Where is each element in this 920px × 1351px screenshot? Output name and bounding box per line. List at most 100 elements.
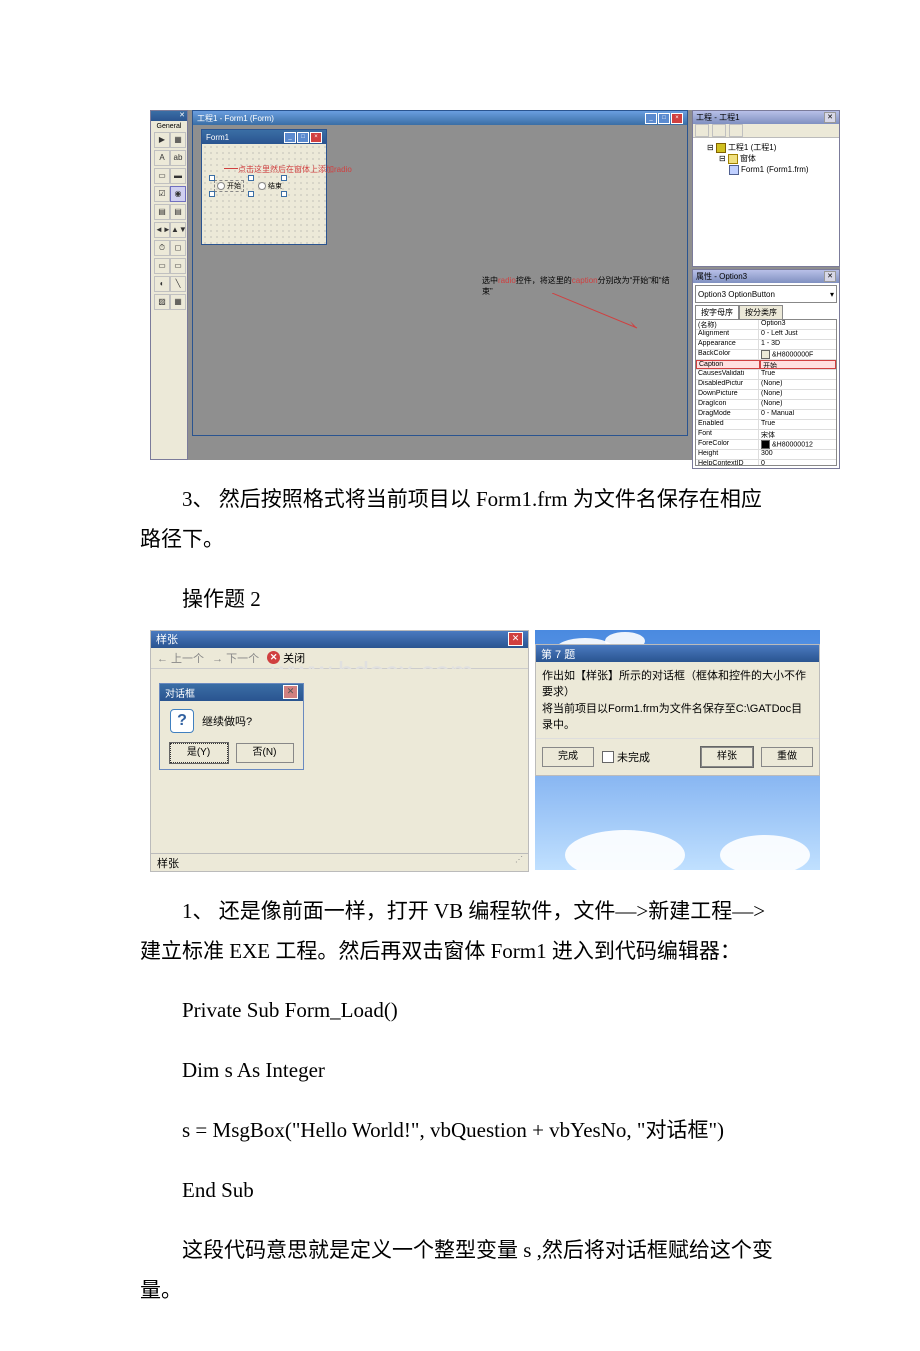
nav-next-button[interactable]: → 下一个	[212, 650, 259, 666]
property-value[interactable]: 1 - 3D	[759, 340, 836, 349]
property-row[interactable]: DownPicture(None)	[696, 390, 836, 400]
tool-line[interactable]: ╲	[170, 276, 186, 292]
nav-prev-button[interactable]: ← 上一个	[157, 650, 204, 666]
resize-grip-icon[interactable]: ⋰	[515, 855, 522, 870]
sample-window: 样张 ✕ ← 上一个 → 下一个 ✕ 关闭 www.bdocx.com 对话框 …	[150, 630, 529, 872]
close-icon[interactable]: ✕	[179, 112, 185, 119]
property-row[interactable]: CausesValidatiTrue	[696, 370, 836, 380]
toggle-folders-icon[interactable]	[729, 124, 743, 137]
nav-close-button[interactable]: ✕ 关闭	[267, 650, 305, 666]
tool-shape[interactable]: ◐	[154, 276, 170, 292]
view-object-icon[interactable]	[712, 124, 726, 137]
property-row[interactable]: HelpContextID0	[696, 460, 836, 466]
property-value[interactable]: 300	[759, 450, 836, 459]
paragraph: 1、 还是像前面一样，打开 VB 编程软件，文件—>新建工程—>建立标准 EXE…	[140, 892, 780, 972]
property-value[interactable]: 开始	[760, 360, 836, 369]
property-row[interactable]: Caption开始	[696, 360, 836, 370]
yes-button[interactable]: 是(Y)	[170, 743, 228, 763]
property-value[interactable]: True	[759, 420, 836, 429]
property-row[interactable]: Alignment0 - Left Just	[696, 330, 836, 340]
minimize-icon[interactable]: _	[645, 113, 657, 124]
property-name: (名称)	[696, 320, 759, 329]
tab-alphabetic[interactable]: 按字母序	[695, 305, 739, 319]
maximize-icon[interactable]: □	[297, 132, 309, 143]
no-button[interactable]: 否(N)	[236, 743, 294, 763]
property-value[interactable]: 0 - Left Just	[759, 330, 836, 339]
form-designer[interactable]: Form1 _ □ × 点击这里然后在窗体上添加radio	[201, 129, 327, 245]
tool-checkbox[interactable]: ☑	[154, 186, 170, 202]
option-label-end: 结束	[268, 181, 282, 191]
close-icon[interactable]: ✕	[824, 271, 836, 282]
tool-textbox[interactable]: ab	[170, 150, 186, 166]
property-value[interactable]: 宋体	[759, 430, 836, 439]
tool-button[interactable]: ▬	[170, 168, 186, 184]
close-icon[interactable]: ✕	[283, 685, 298, 699]
sample-button[interactable]: 样张	[701, 747, 753, 767]
tool-data[interactable]: ▦	[170, 294, 186, 310]
property-value[interactable]: &H8000000F	[759, 350, 836, 359]
property-name: Height	[696, 450, 759, 459]
tool-vscroll[interactable]: ▲▼	[170, 222, 186, 238]
property-row[interactable]: DisabledPictur(None)	[696, 380, 836, 390]
property-name: Font	[696, 430, 759, 439]
property-name: DisabledPictur	[696, 380, 759, 389]
property-value[interactable]: 0 - Manual	[759, 410, 836, 419]
mdi-child-window: 工程1 - Form1 (Form) _ □ × Form1 _ □	[192, 110, 688, 436]
redo-button[interactable]: 重做	[761, 747, 813, 767]
tool-picturebox[interactable]: ▦	[170, 132, 186, 148]
property-value[interactable]: (None)	[759, 400, 836, 409]
property-row[interactable]: Appearance1 - 3D	[696, 340, 836, 350]
tool-optionbutton[interactable]: ◉	[170, 186, 186, 202]
tool-listbox[interactable]: ▤	[170, 204, 186, 220]
status-text: 样张	[157, 855, 179, 870]
close-icon[interactable]: ×	[671, 113, 683, 124]
property-name: HelpContextID	[696, 460, 759, 466]
dialog-title: 对话框	[165, 685, 195, 700]
property-value[interactable]: (None)	[759, 390, 836, 399]
property-row[interactable]: DragMode0 - Manual	[696, 410, 836, 420]
view-code-icon[interactable]	[695, 124, 709, 137]
property-row[interactable]: ForeColor&H80000012	[696, 440, 836, 450]
done-button[interactable]: 完成	[542, 747, 594, 767]
tool-timer[interactable]: ⏱	[154, 240, 170, 256]
property-name: Enabled	[696, 420, 759, 429]
property-value[interactable]: 0	[759, 460, 836, 466]
property-row[interactable]: Height300	[696, 450, 836, 460]
tool-filelist[interactable]: ▭	[170, 258, 186, 274]
property-row[interactable]: (名称)Option3	[696, 320, 836, 330]
properties-grid[interactable]: (名称)Option3Alignment0 - Left JustAppeara…	[695, 319, 837, 466]
tool-image[interactable]: ▨	[154, 294, 170, 310]
option-button-start[interactable]: 开始	[214, 180, 244, 192]
property-row[interactable]: DragIcon(None)	[696, 400, 836, 410]
property-value[interactable]: Option3	[759, 320, 836, 329]
tool-dirlist[interactable]: ▭	[154, 258, 170, 274]
paragraph: 这段代码意思就是定义一个整型变量 s ,然后将对话框赋给这个变量。	[140, 1231, 780, 1311]
project-tree[interactable]: ⊟ 工程1 (工程1) ⊟ 窗体 Form1 (Form1.frm)	[693, 138, 839, 266]
property-value[interactable]: &H80000012	[759, 440, 836, 449]
properties-title: 属性 - Option3	[696, 271, 747, 282]
tool-pointer[interactable]: ▶	[154, 132, 170, 148]
property-row[interactable]: BackColor&H8000000F	[696, 350, 836, 360]
tree-folder: 窗体	[740, 154, 756, 163]
property-row[interactable]: EnabledTrue	[696, 420, 836, 430]
option-button-end[interactable]: 结束	[258, 180, 282, 192]
object-selector[interactable]: Option3 OptionButton ▾	[695, 285, 837, 303]
color-swatch-icon	[761, 350, 770, 359]
close-icon[interactable]: ✕	[508, 632, 523, 646]
property-value[interactable]: True	[759, 370, 836, 379]
close-icon[interactable]: ×	[310, 132, 322, 143]
property-name: Appearance	[696, 340, 759, 349]
tool-label[interactable]: A	[154, 150, 170, 166]
property-value[interactable]: (None)	[759, 380, 836, 389]
minimize-icon[interactable]: _	[284, 132, 296, 143]
form-caption: Form1	[206, 133, 229, 142]
undone-checkbox[interactable]: 未完成	[602, 749, 650, 765]
tab-categorized[interactable]: 按分类序	[739, 305, 783, 319]
tool-hscroll[interactable]: ◄►	[154, 222, 170, 238]
tool-drivelist[interactable]: ◻	[170, 240, 186, 256]
maximize-icon[interactable]: □	[658, 113, 670, 124]
tool-combobox[interactable]: ▤	[154, 204, 170, 220]
close-icon[interactable]: ✕	[824, 112, 836, 123]
property-row[interactable]: Font宋体	[696, 430, 836, 440]
tool-frame[interactable]: ▭	[154, 168, 170, 184]
